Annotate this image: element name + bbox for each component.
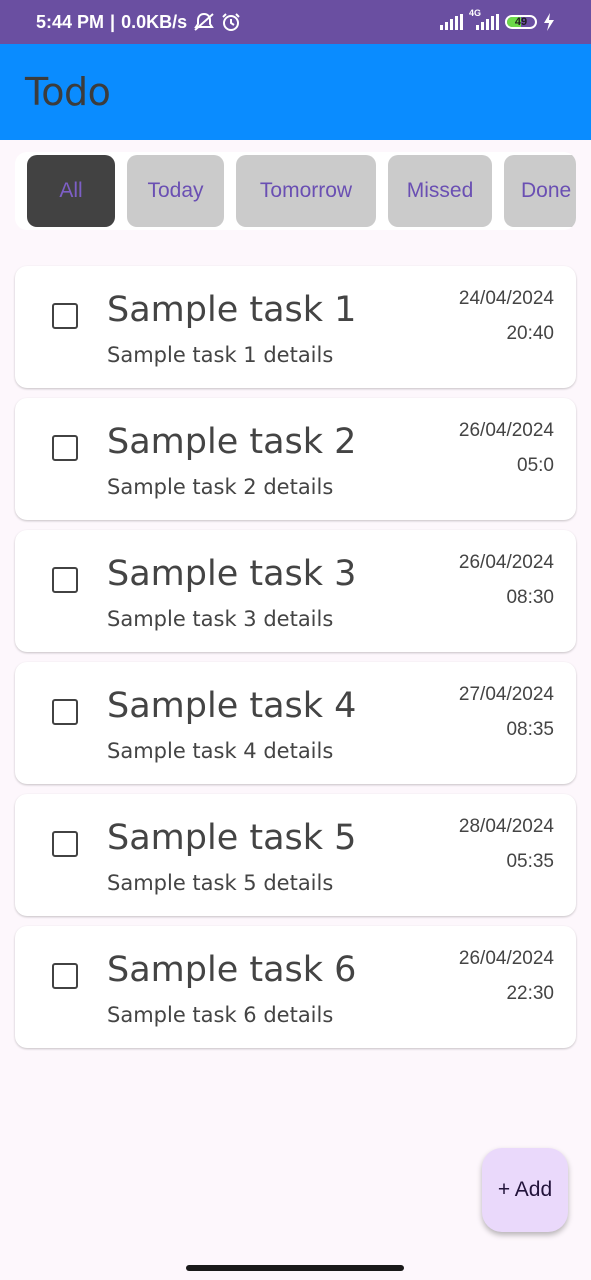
- signal-4g-icon: 4G: [469, 8, 499, 30]
- task-date: 26/04/2024: [458, 420, 554, 441]
- task-title: Sample task 1: [107, 290, 357, 330]
- task-details: Sample task 4 details: [107, 739, 334, 763]
- task-date: 28/04/2024: [458, 816, 554, 837]
- filter-chip-label: Missed: [406, 179, 474, 202]
- task-title: Sample task 2: [107, 422, 357, 462]
- task-time: 20:40: [506, 323, 554, 344]
- task-card[interactable]: Sample task 1 Sample task 1 details 24/0…: [15, 266, 576, 388]
- filter-chip-tomorrow[interactable]: Tomorrow: [236, 155, 376, 227]
- app-title: Todo: [25, 70, 111, 114]
- add-task-button[interactable]: + Add: [482, 1148, 568, 1232]
- task-card[interactable]: Sample task 3 Sample task 3 details 26/0…: [15, 530, 576, 652]
- filter-chip-all[interactable]: All: [27, 155, 115, 227]
- battery-body: 49: [505, 15, 537, 29]
- status-left: 5:44 PM | 0.0KB/s: [36, 12, 241, 33]
- filter-chip-label: Tomorrow: [259, 179, 353, 202]
- task-details: Sample task 1 details: [107, 343, 334, 367]
- task-date: 26/04/2024: [458, 552, 554, 573]
- task-title: Sample task 4: [107, 686, 357, 726]
- task-checkbox[interactable]: [52, 699, 78, 725]
- status-time: 5:44 PM: [36, 11, 105, 32]
- battery-icon: 49: [505, 15, 537, 29]
- task-details: Sample task 3 details: [107, 607, 334, 631]
- task-card[interactable]: Sample task 2 Sample task 2 details 26/0…: [15, 398, 576, 520]
- battery-level: 49: [514, 16, 528, 28]
- network-type-label: 4G: [469, 8, 482, 18]
- filter-chip-label: Done: [521, 179, 572, 202]
- task-details: Sample task 6 details: [107, 1003, 334, 1027]
- task-time: 05:0: [517, 455, 554, 476]
- task-date: 26/04/2024: [458, 948, 554, 969]
- filter-chip-missed[interactable]: Missed: [388, 155, 492, 227]
- filter-chip-today[interactable]: Today: [127, 155, 224, 227]
- home-indicator[interactable]: [186, 1265, 404, 1271]
- task-title: Sample task 3: [107, 554, 357, 594]
- task-details: Sample task 2 details: [107, 475, 334, 499]
- charging-icon: [543, 13, 555, 31]
- task-details: Sample task 5 details: [107, 871, 334, 895]
- status-separator: |: [110, 11, 116, 32]
- signal-icon: [439, 14, 463, 30]
- status-network-speed: 0.0KB/s: [121, 11, 188, 32]
- task-title: Sample task 5: [107, 818, 357, 858]
- filter-chip-row: All Today Tomorrow Missed Done: [27, 155, 576, 227]
- task-time: 22:30: [506, 983, 554, 1004]
- filter-chip-done[interactable]: Done: [504, 155, 576, 227]
- filter-chip-label: All: [59, 179, 83, 202]
- task-time: 05:35: [506, 851, 554, 872]
- task-checkbox[interactable]: [52, 435, 78, 461]
- task-date: 24/04/2024: [458, 288, 554, 309]
- task-time: 08:30: [506, 587, 554, 608]
- app-bar: Todo: [0, 44, 591, 140]
- task-checkbox[interactable]: [52, 963, 78, 989]
- task-checkbox[interactable]: [52, 831, 78, 857]
- status-right: 4G 49: [439, 8, 555, 31]
- task-time: 08:35: [506, 719, 554, 740]
- task-card[interactable]: Sample task 5 Sample task 5 details 28/0…: [15, 794, 576, 916]
- task-checkbox[interactable]: [52, 567, 78, 593]
- task-date: 27/04/2024: [458, 684, 554, 705]
- mute-notification-icon: [193, 12, 215, 32]
- filter-strip[interactable]: All Today Tomorrow Missed Done: [15, 152, 576, 230]
- task-card[interactable]: Sample task 6 Sample task 6 details 26/0…: [15, 926, 576, 1048]
- status-bar: 5:44 PM | 0.0KB/s 4G 49: [0, 0, 591, 44]
- task-checkbox[interactable]: [52, 303, 78, 329]
- alarm-icon: [221, 12, 241, 32]
- filter-chip-label: Today: [147, 179, 204, 202]
- task-card[interactable]: Sample task 4 Sample task 4 details 27/0…: [15, 662, 576, 784]
- add-task-label: + Add: [497, 1178, 553, 1201]
- task-title: Sample task 6: [107, 950, 357, 990]
- task-list: Sample task 1 Sample task 1 details 24/0…: [15, 266, 576, 1058]
